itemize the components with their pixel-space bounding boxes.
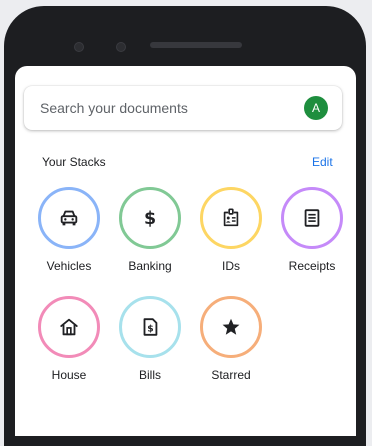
stack-ring: $ — [119, 296, 181, 358]
stack-label: Vehicles — [46, 259, 92, 273]
section-title: Your Stacks — [42, 155, 106, 169]
search-bar[interactable]: Search your documents A — [24, 86, 342, 130]
speaker-grille — [150, 42, 242, 48]
search-input[interactable]: Search your documents — [40, 100, 188, 116]
stack-house[interactable]: House — [29, 296, 109, 382]
stack-label: Bills — [138, 368, 161, 382]
stack-ring — [200, 187, 262, 249]
front-camera-icon — [74, 42, 84, 52]
stack-label: Banking — [128, 259, 172, 273]
bill-icon: $ — [143, 318, 158, 336]
svg-text:$: $ — [144, 209, 156, 229]
house-icon — [60, 318, 78, 336]
stack-ring — [200, 296, 262, 358]
receipt-icon — [304, 209, 320, 227]
stack-ring — [38, 296, 100, 358]
stack-label: Receipts — [288, 259, 336, 273]
stack-banking[interactable]: $ Banking — [110, 187, 190, 273]
stack-ring — [38, 187, 100, 249]
stack-ring: $ — [119, 187, 181, 249]
stack-ids[interactable]: IDs — [191, 187, 271, 273]
stack-label: Starred — [211, 368, 251, 382]
id-badge-icon — [223, 208, 239, 227]
stack-bills[interactable]: $ Bills — [110, 296, 190, 382]
stack-receipts[interactable]: Receipts — [272, 187, 352, 273]
stack-ring — [281, 187, 343, 249]
star-icon — [222, 318, 240, 335]
stack-starred[interactable]: Starred — [191, 296, 271, 382]
sensor-icon — [116, 42, 126, 52]
avatar[interactable]: A — [304, 96, 328, 120]
stack-label: House — [51, 368, 87, 382]
stack-label: IDs — [222, 259, 240, 273]
stack-vehicles[interactable]: Vehicles — [29, 187, 109, 273]
edit-button[interactable]: Edit — [312, 155, 333, 169]
dollar-icon: $ — [144, 209, 156, 229]
svg-text:$: $ — [147, 324, 153, 335]
car-icon — [60, 210, 78, 226]
